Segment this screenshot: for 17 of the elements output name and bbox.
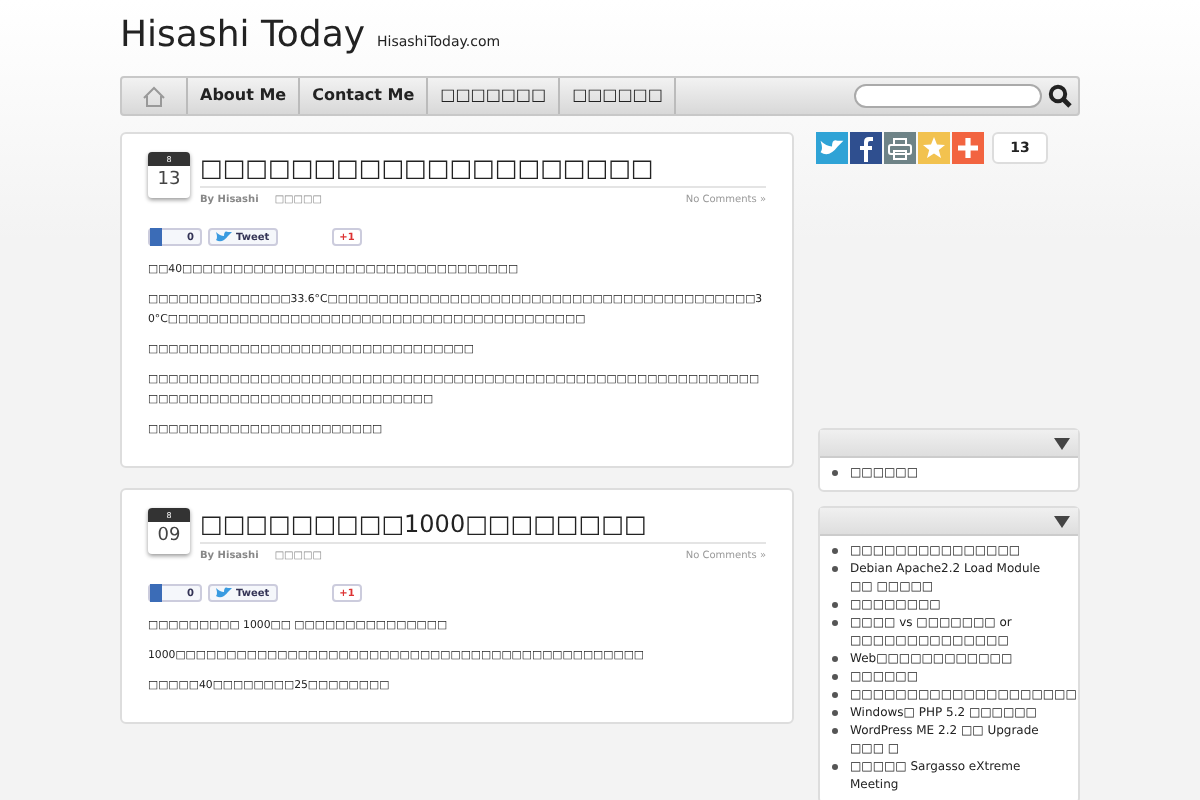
facebook-icon[interactable] — [850, 132, 882, 164]
star-icon[interactable] — [918, 132, 950, 164]
caret-icon[interactable] — [1054, 515, 1070, 527]
nav-link[interactable]: About Me — [188, 78, 301, 114]
printer-icon[interactable] — [884, 132, 916, 164]
plus-icon[interactable] — [952, 132, 984, 164]
post-title[interactable]: □□□□□□□□□1000□□□□□□□□ — [200, 508, 766, 544]
caret-icon[interactable] — [1054, 437, 1070, 449]
nav-link[interactable]: □□□□□□ — [560, 78, 677, 114]
nav-link[interactable]: Contact Me — [300, 78, 429, 114]
site-title[interactable]: Hisashi Today — [120, 14, 366, 56]
bird-icon — [216, 230, 232, 244]
post-title[interactable]: □□□□□□□□□□□□□□□□□□□□ — [200, 152, 766, 188]
search-icon[interactable] — [1048, 84, 1072, 108]
bird-icon — [216, 586, 232, 600]
search-field[interactable] — [854, 84, 1042, 108]
nav-link[interactable]: □□□□□□□ — [428, 78, 561, 114]
